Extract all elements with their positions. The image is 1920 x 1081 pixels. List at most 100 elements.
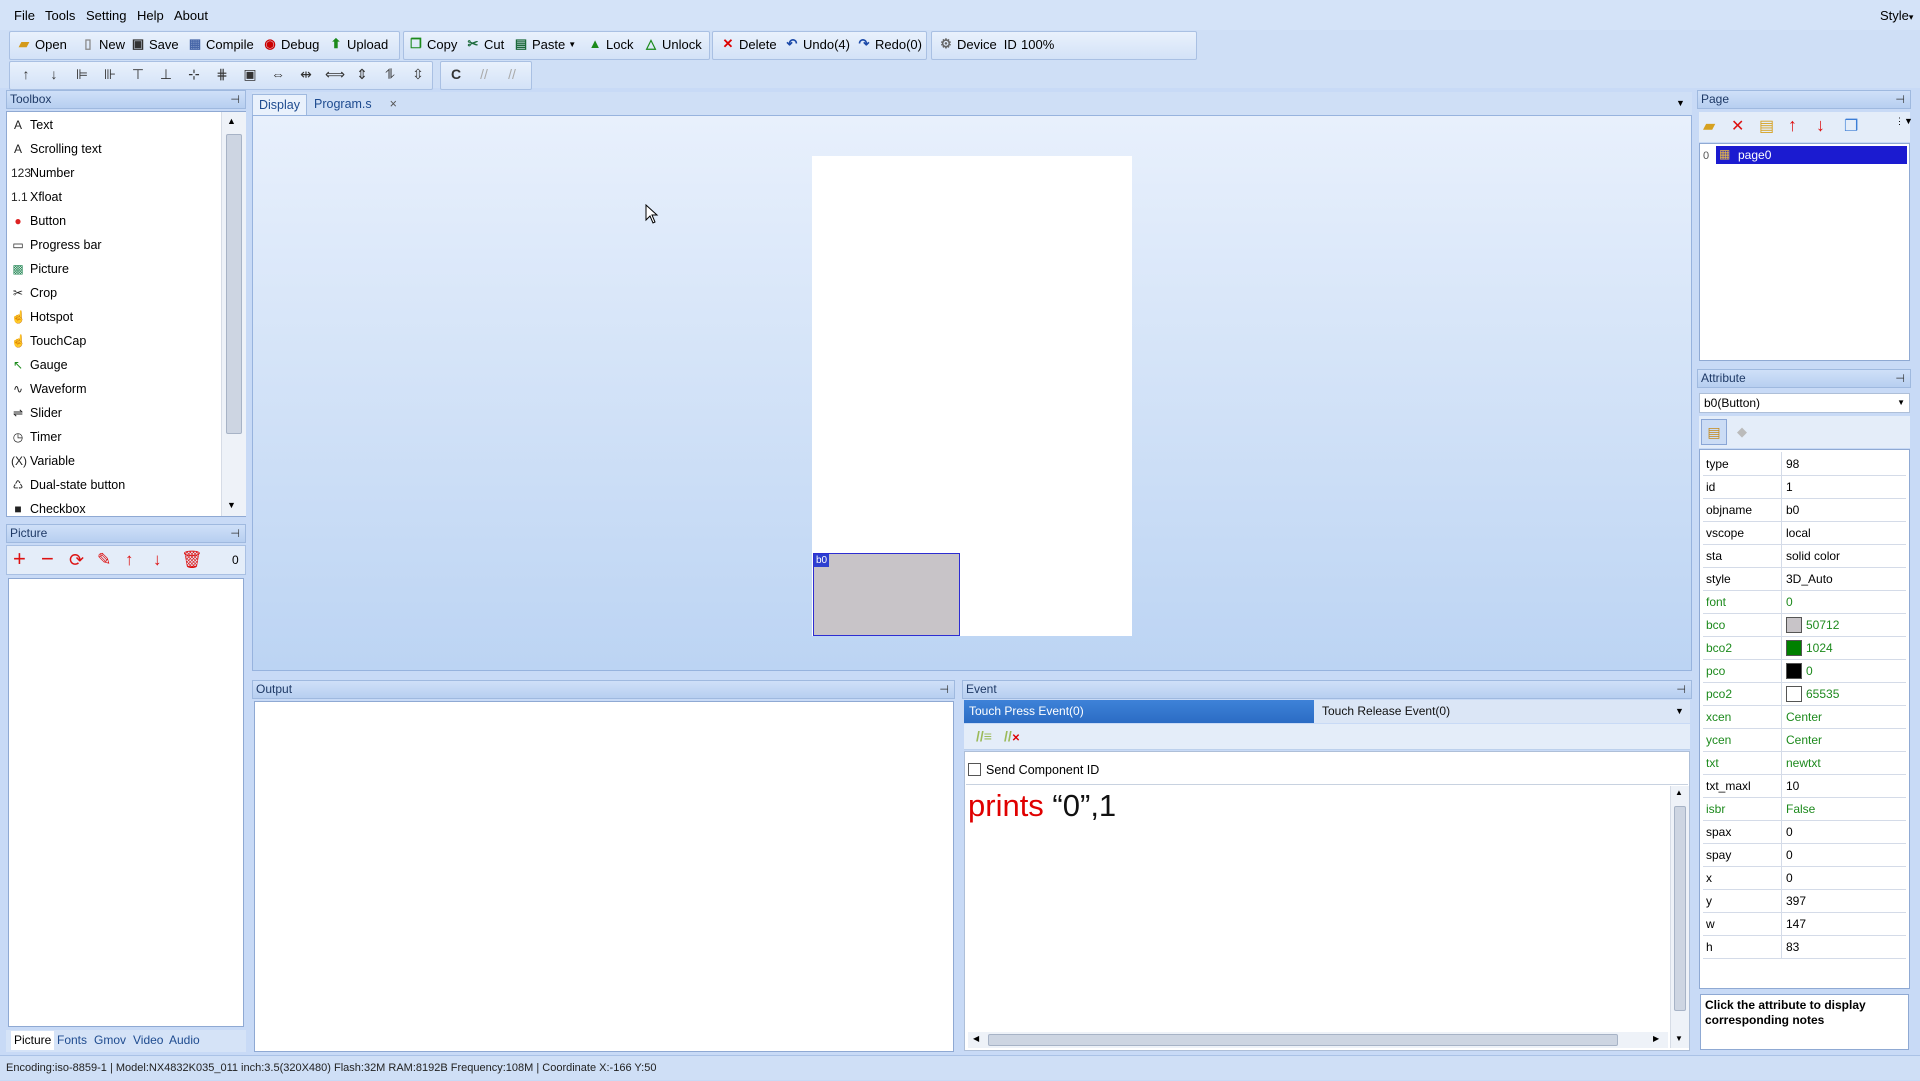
align-top-icon[interactable]: ⊤ xyxy=(129,65,147,83)
attribute-row-txt[interactable]: txt newtxt xyxy=(1703,751,1906,775)
undo-button[interactable]: ↶ Undo(4) xyxy=(784,34,850,54)
toolbox-item-button[interactable]: ● Button xyxy=(11,211,66,231)
compile-button[interactable]: ▦ Compile xyxy=(187,34,254,54)
menu-tools[interactable]: Tools xyxy=(45,8,75,23)
pin-icon[interactable]: ⊣ xyxy=(1895,371,1905,388)
editor-h-scroll-thumb[interactable] xyxy=(988,1034,1618,1046)
toolbox-item-waveform[interactable]: ∿ Waveform xyxy=(11,379,87,399)
delete-page-icon[interactable]: ✕ xyxy=(1731,116,1744,136)
align-bottom-icon[interactable]: ⊥ xyxy=(157,65,175,83)
debug-button[interactable]: ◉ Debug xyxy=(262,34,319,54)
attribute-row-x[interactable]: x0 xyxy=(1703,866,1906,890)
page-up-icon[interactable]: ↑ xyxy=(1788,115,1797,136)
toolbox-scroll-thumb[interactable] xyxy=(226,134,242,434)
menu-style[interactable]: Style▾ xyxy=(1880,8,1913,23)
scroll-left-icon[interactable]: ◀ xyxy=(973,1034,979,1043)
page-list-item-page0[interactable]: ▦ page0 xyxy=(1716,146,1907,164)
replace-icon[interactable]: ⟳ xyxy=(69,550,84,571)
tab-touch-press-event[interactable]: Touch Press Event(0) xyxy=(964,700,1314,723)
h-spacing-icon[interactable]: ⇹ xyxy=(297,65,315,83)
toolbox-item-variable[interactable]: (X) Variable xyxy=(11,451,75,471)
attribute-row-vscope[interactable]: vscope local xyxy=(1703,521,1906,545)
save-button[interactable]: ▣ Save xyxy=(130,34,179,54)
align-center-h-icon[interactable]: ⊹ xyxy=(185,65,203,83)
toolbox-scrollbar[interactable]: ▲ ▼ xyxy=(221,112,246,516)
v-distribute-icon[interactable]: ⥮ xyxy=(381,65,399,83)
scroll-down-icon[interactable]: ▼ xyxy=(1675,1034,1683,1043)
uncomment-icon[interactable]: // xyxy=(503,65,521,83)
picture-list[interactable] xyxy=(8,578,244,1027)
same-size-icon[interactable]: ▣ xyxy=(241,65,259,83)
h-distribute-icon[interactable]: ⟺ xyxy=(325,65,345,83)
cut-button[interactable]: ✂ Cut xyxy=(465,34,505,54)
attribute-row-spay[interactable]: spay 0 xyxy=(1703,843,1906,867)
attribute-row-ycen[interactable]: ycen Center xyxy=(1703,728,1906,752)
tab-touch-release-event[interactable]: Touch Release Event(0) xyxy=(1316,700,1690,723)
attribute-row-isbr[interactable]: isbr False xyxy=(1703,797,1906,821)
device-id-button[interactable]: ⚙ Device ID xyxy=(938,34,1017,54)
align-left-icon[interactable]: ⊫ xyxy=(73,65,91,83)
tab-display[interactable]: Display xyxy=(252,94,307,116)
toolbox-item-hotspot[interactable]: ☝ Hotspot xyxy=(11,307,73,327)
attribute-row-txt-maxl[interactable]: txt_maxl 10 xyxy=(1703,774,1906,798)
toolbox-item-text[interactable]: A Text xyxy=(11,115,53,135)
attribute-row-id[interactable]: id 1 xyxy=(1703,475,1906,499)
align-right-icon[interactable]: ⊪ xyxy=(101,65,119,83)
button-widget-b0[interactable] xyxy=(813,553,960,636)
delete-button[interactable]: ✕ Delete xyxy=(720,34,777,54)
tab-gmov[interactable]: Gmov xyxy=(91,1031,129,1050)
attribute-row-xcen[interactable]: xcen Center xyxy=(1703,705,1906,729)
same-width-icon[interactable]: ⇔ xyxy=(269,65,287,83)
c-code-icon[interactable]: C xyxy=(447,65,465,83)
toolbox-item-number[interactable]: 123 Number xyxy=(11,163,74,183)
tab-fonts[interactable]: Fonts xyxy=(54,1031,90,1050)
toolbox-item-xfloat[interactable]: 1.1 Xfloat xyxy=(11,187,62,207)
toolbox-item-crop[interactable]: ✂ Crop xyxy=(11,283,57,303)
pin-icon[interactable]: ⊣ xyxy=(1895,92,1905,109)
lock-button[interactable]: ▲ Lock xyxy=(587,34,634,54)
v-spacing-icon[interactable]: ⇕ xyxy=(353,65,371,83)
tab-video[interactable]: Video xyxy=(130,1031,166,1050)
tab-program[interactable]: Program.s × xyxy=(308,94,403,115)
open-button[interactable]: ▰ Open xyxy=(16,34,67,54)
comment-icon[interactable]: //≡ xyxy=(976,728,992,744)
object-selector[interactable]: b0(Button) ▼ xyxy=(1699,393,1910,413)
attribute-row-sta[interactable]: sta solid color xyxy=(1703,544,1906,568)
attribute-row-type[interactable]: type 98 xyxy=(1703,452,1906,476)
toolbox-item-timer[interactable]: ◷ Timer xyxy=(11,427,62,447)
pin-icon[interactable]: ⊣ xyxy=(1676,682,1686,699)
v-equal-icon[interactable]: ⇳ xyxy=(409,65,427,83)
attribute-row-pco[interactable]: pco 0 xyxy=(1703,659,1906,683)
scroll-down-icon[interactable]: ▼ xyxy=(227,500,236,510)
redo-button[interactable]: ↷ Redo(0) xyxy=(856,34,922,54)
editor-h-scrollbar[interactable]: ◀ ▶ xyxy=(968,1032,1668,1048)
toolbox-item-checkbox[interactable]: ■ Checkbox xyxy=(11,499,85,519)
scroll-right-icon[interactable]: ▶ xyxy=(1653,1034,1659,1043)
send-component-id-checkbox[interactable] xyxy=(968,763,981,776)
editor-v-scrollbar[interactable]: ▲ ▼ xyxy=(1670,786,1689,1048)
event-dropdown-icon[interactable]: ▼ xyxy=(1675,706,1684,716)
attribute-row-style[interactable]: style 3D_Auto xyxy=(1703,567,1906,591)
tab-audio[interactable]: Audio xyxy=(166,1031,203,1050)
copy-button[interactable]: ❐ Copy xyxy=(408,34,457,54)
attribute-row-bco[interactable]: bco 50712 xyxy=(1703,613,1906,637)
close-icon[interactable]: × xyxy=(390,97,397,111)
menu-file[interactable]: File xyxy=(14,8,35,23)
output-console[interactable] xyxy=(254,701,954,1052)
menu-setting[interactable]: Setting xyxy=(86,8,126,23)
send-backward-icon[interactable]: ↓ xyxy=(45,65,63,83)
attribute-row-spax[interactable]: spax 0 xyxy=(1703,820,1906,844)
paste-button[interactable]: ▤ Paste ▼ xyxy=(513,34,576,54)
toolbox-item-dual-state-button[interactable]: ♺ Dual-state button xyxy=(11,475,126,495)
comment-icon[interactable]: // xyxy=(475,65,493,83)
pin-icon[interactable]: ⊣ xyxy=(230,526,240,543)
menu-about[interactable]: About xyxy=(174,8,208,23)
sort-alpha-icon[interactable]: ◆ xyxy=(1737,424,1747,440)
editor-v-scroll-thumb[interactable] xyxy=(1674,806,1686,1011)
pin-icon[interactable]: ⊣ xyxy=(939,682,949,699)
event-code-editor[interactable]: prints “0”,1 xyxy=(968,788,1116,824)
move-up-icon[interactable]: ↑ xyxy=(125,550,134,570)
page-down-icon[interactable]: ↓ xyxy=(1816,115,1825,136)
attribute-row-w[interactable]: w 147 xyxy=(1703,912,1906,936)
insert-page-icon[interactable]: ▤ xyxy=(1759,116,1774,136)
